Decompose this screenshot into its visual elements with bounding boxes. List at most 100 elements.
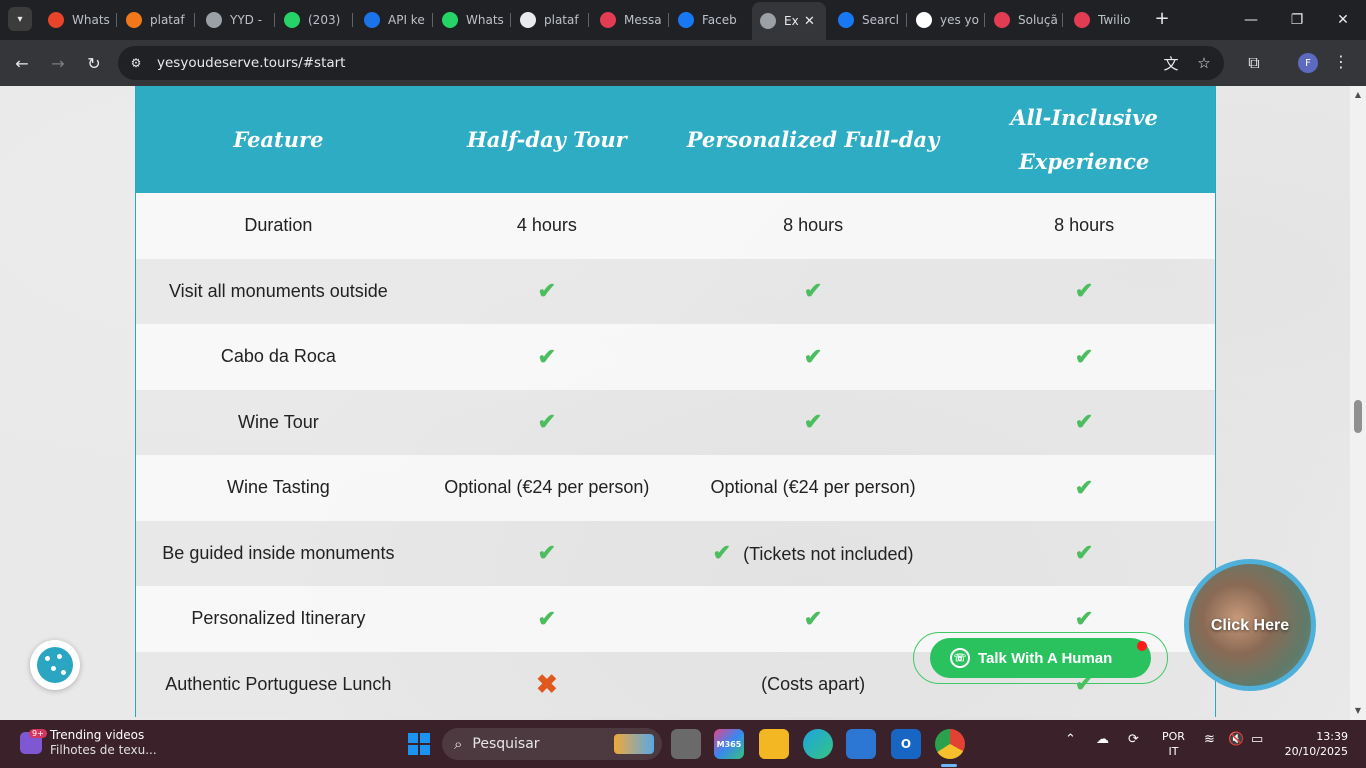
tab-11[interactable]: yes yo (908, 6, 982, 34)
site-info-icon[interactable]: ⚙ (128, 55, 144, 71)
battery-icon[interactable]: ▭ (1251, 732, 1263, 747)
m365-icon[interactable]: M365 (714, 729, 744, 759)
store-icon[interactable] (846, 729, 876, 759)
table-row: Wine Tour ✔ ✔ ✔ (135, 389, 1216, 455)
tab-13[interactable]: Twilio (1066, 6, 1140, 34)
tab-3[interactable]: (203) (276, 6, 350, 34)
file-explorer-icon[interactable] (759, 729, 789, 759)
whatsapp-icon (284, 12, 300, 28)
checkmark-icon: ✔ (803, 409, 823, 435)
reload-button[interactable]: ↻ (81, 50, 107, 76)
wifi-icon[interactable]: ≋ (1204, 732, 1215, 747)
tab-2[interactable]: YYD - (198, 6, 272, 34)
edge-icon[interactable] (803, 729, 833, 759)
profile-avatar[interactable]: F (1298, 53, 1318, 73)
windows-logo-icon (408, 733, 430, 755)
restore-button[interactable]: ❐ (1274, 0, 1320, 40)
table-row: Duration 4 hours 8 hours 8 hours (135, 193, 1216, 259)
checkmark-icon: ✔ (1074, 474, 1094, 500)
outlook-icon[interactable]: O (891, 729, 921, 759)
header-feature: Feature (135, 86, 421, 193)
tab-strip: ▾ Whats plataf YYD - (203) API ke Whats plataf… (0, 0, 1366, 40)
language-indicator[interactable]: POR IT (1162, 729, 1185, 759)
header-full-day: Personalized Full-day (672, 86, 954, 193)
tab-title: YYD - (230, 13, 263, 27)
cookie-settings-button[interactable] (30, 640, 80, 690)
tab-4[interactable]: API ke (356, 6, 430, 34)
tab-separator (588, 13, 589, 27)
tab-7[interactable]: Messa (592, 6, 666, 34)
taskbar-search[interactable]: ⌕ Pesquisar (442, 728, 662, 760)
tab-separator (194, 13, 195, 27)
checkmark-icon: ✔ (803, 605, 823, 631)
scroll-thumb[interactable] (1354, 400, 1362, 433)
task-view-icon[interactable] (671, 729, 701, 759)
tab-9[interactable]: Ex ✕ (752, 2, 826, 40)
half-cell: Optional (€24 per person) (420, 455, 673, 521)
minimize-button[interactable]: — (1228, 0, 1274, 40)
onedrive-cloud-icon[interactable]: ☁ (1096, 732, 1109, 747)
all-cell: ✔ (953, 520, 1216, 586)
tab-8[interactable]: Faceb (670, 6, 744, 34)
cell-text: Optional (€24 per person) (444, 477, 650, 498)
tab-6[interactable]: plataf (512, 6, 586, 34)
tab-title: plataf (544, 13, 579, 27)
search-placeholder: Pesquisar (472, 736, 540, 752)
tab-1[interactable]: plataf (118, 6, 192, 34)
whatsapp-icon: ☏ (950, 648, 970, 668)
tab-title: Whats (466, 13, 504, 27)
tab-5[interactable]: Whats (434, 6, 508, 34)
half-cell: ✔ (420, 520, 673, 586)
talk-with-human-button[interactable]: ☏ Talk With A Human (930, 638, 1151, 678)
tab-separator (906, 13, 907, 27)
cell-text: 8 hours (783, 215, 844, 236)
notification-dot (1137, 641, 1147, 651)
forward-button[interactable]: → (45, 50, 71, 76)
back-button[interactable]: ← (9, 50, 35, 76)
scroll-up-arrow-icon[interactable]: ▲ (1353, 90, 1363, 100)
tab-10[interactable]: Searcl (830, 6, 904, 34)
bookmark-star-icon[interactable]: ☆ (1194, 53, 1214, 73)
clock[interactable]: 13:39 20/10/2025 (1284, 729, 1348, 759)
tab-12[interactable]: Soluçã (986, 6, 1060, 34)
tab-0[interactable]: Whats (40, 6, 114, 34)
widget-badge: 9+ (29, 729, 47, 738)
start-button[interactable] (404, 729, 434, 759)
feature-cell: Be guided inside monuments (135, 520, 421, 586)
menu-kebab-icon[interactable]: ⋮ (1333, 52, 1349, 71)
show-hidden-icons-chevron-icon[interactable]: ⌃ (1065, 732, 1076, 747)
tab-search-button[interactable]: ▾ (8, 7, 32, 31)
tab-title: Twilio (1098, 13, 1131, 27)
cell-text: (Tickets not included) (743, 544, 914, 565)
clock-time: 13:39 (1316, 730, 1348, 743)
new-tab-button[interactable]: + (1151, 8, 1173, 30)
github-icon (520, 12, 536, 28)
chrome-icon[interactable] (935, 729, 965, 759)
m365-label: M365 (716, 739, 742, 749)
tab-title: Ex (784, 14, 798, 28)
cell-text: 4 hours (516, 215, 577, 236)
address-bar[interactable]: ⚙ yesyoudeserve.tours/#start 文 ☆ (118, 46, 1224, 80)
half-cell: ✔ (420, 258, 673, 324)
widgets-icon: 9+ (20, 729, 47, 754)
sync-icon[interactable]: ⟳ (1128, 732, 1139, 747)
whatsapp-icon (442, 12, 458, 28)
table-header-row: Feature Half-day Tour Personalized Full-… (135, 86, 1216, 193)
tab-separator (432, 13, 433, 27)
extensions-icon[interactable]: ⧉ (1241, 50, 1267, 76)
volume-muted-icon[interactable]: 🔇 (1228, 732, 1244, 747)
tab-title: Soluçã (1018, 13, 1058, 27)
tab-title: yes yo (940, 13, 979, 27)
tab-separator (274, 13, 275, 27)
video-chat-bubble[interactable]: Click Here (1184, 559, 1316, 691)
close-window-button[interactable]: ✕ (1320, 0, 1366, 40)
close-tab-icon[interactable]: ✕ (804, 14, 815, 29)
talk-with-human-label: Talk With A Human (978, 649, 1113, 667)
translate-icon[interactable]: 文 (1161, 53, 1181, 73)
news-widget[interactable]: 9+ Trending videos Filhotes de texu... (20, 728, 157, 758)
scroll-down-arrow-icon[interactable]: ▼ (1353, 706, 1363, 716)
tab-separator (352, 13, 353, 27)
taskbar: 9+ Trending videos Filhotes de texu... ⌕… (0, 720, 1366, 768)
page-scrollbar[interactable]: ▲ ▼ (1350, 86, 1366, 720)
feature-cell: Wine Tour (135, 389, 421, 455)
